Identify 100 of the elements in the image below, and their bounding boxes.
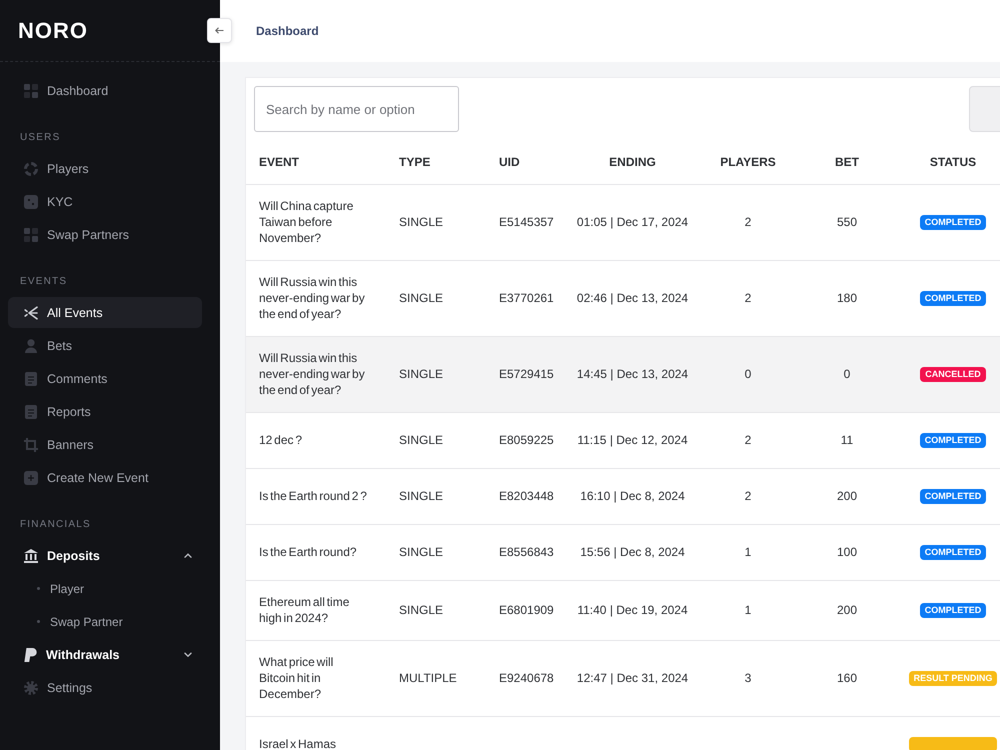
status-badge: COMPLETED [920,215,986,230]
event-uid: E9240678 [499,670,554,686]
nav-item[interactable]: Comments [8,363,202,394]
event-uid: E8556843 [499,544,554,560]
player-count: 2 [744,214,752,230]
nav-item[interactable]: Settings [8,672,202,703]
bullet-icon [37,620,40,623]
burst-icon [24,306,38,320]
event-name: Is the Earth round? [259,544,358,560]
search-field[interactable]: Search by name or option [254,86,459,132]
status-badge: COMPLETED [920,291,986,306]
event-uid: E5729415 [499,366,554,382]
event-uid: E5145357 [499,214,554,230]
nav-item[interactable]: Create New Event [8,462,202,493]
ring-icon [24,162,38,176]
event-name: Will Russia win this never-ending war by the end of year? [259,274,366,322]
event-type: SINGLE [399,214,444,230]
nav-item[interactable]: Bets [8,330,202,361]
status-badge: COMPLETED [920,603,986,618]
status-badge: COMPLETED [920,545,986,560]
end-time: 02:46 | Dec 13, 2024 [576,290,688,306]
event-name: Will Russia win this never-ending war by the end of year? [259,350,366,398]
event-name: Israel x Hamas [259,736,338,750]
column-header: ENDING [609,154,656,170]
p-logo-icon [24,648,37,662]
grid-icon [24,84,38,98]
nav-item[interactable]: Player [8,573,202,604]
event-name: Is the Earth round 2 ? [259,488,368,504]
player-count: 3 [744,670,752,686]
plus-square-icon [24,470,38,484]
nav-item[interactable]: Banners [8,429,202,460]
table-row[interactable]: Will Russia win this never-ending war by the end of year? SINGLE E5729415 14:45 | Dec 13, 2024 0 0 CANCELLED [246,337,1000,413]
event-type: SINGLE [399,488,444,504]
section-title: EVENTS [19,275,68,289]
bet-amount: 180 [836,290,858,306]
dice-icon [24,194,38,208]
end-time: 01:05 | Dec 17, 2024 [576,214,688,230]
nav-item[interactable]: Swap Partners [8,219,202,250]
crop-icon [24,438,38,452]
end-time: 15:56 | Dec 8, 2024 [580,544,685,560]
event-type: SINGLE [399,290,444,306]
event-name: Ethereum all time high in 2024? [259,594,350,626]
status-badge: COMPLETED [920,433,986,448]
event-uid: E8059225 [499,432,554,448]
status-badge: CANCELLED [920,367,986,382]
event-uid: E8203448 [499,488,554,504]
section-title: FINANCIALS [19,518,92,532]
section-title: USERS [19,131,62,145]
status-badge: COMPLETED [920,489,986,504]
nav-item[interactable]: All Events [8,297,202,328]
column-header: BET [835,154,859,170]
nav-item[interactable]: Swap Partner [8,606,202,637]
gear-icon [24,680,38,694]
event-uid: E3770261 [499,290,554,306]
bet-amount: 200 [836,602,858,618]
nav-item[interactable]: Players [8,153,202,184]
nav-item[interactable]: Dashboard [8,75,202,106]
page-title: Dashboard [256,24,319,38]
document-icon [24,372,38,386]
nav-item[interactable]: Reports [8,396,202,427]
bet-amount: 11 [840,432,854,448]
column-header: TYPE [399,154,430,170]
column-header: EVENT [259,154,300,170]
event-uid: E6801909 [499,602,554,618]
event-type: SINGLE [399,366,444,382]
bet-amount: 160 [836,670,858,686]
player-count: 1 [744,544,752,560]
collapse-button[interactable] [207,18,232,43]
column-header: UID [499,154,520,170]
bullet-icon [37,587,40,590]
bank-icon [24,548,38,562]
event-name: Will China capture Taiwan before November? [259,198,354,246]
player-count: 2 [744,290,752,306]
event-type: SINGLE [399,544,444,560]
bet-amount: 0 [844,366,850,382]
column-header: STATUS [930,154,976,170]
end-time: 11:15 | Dec 12, 2024 [577,432,688,448]
player-count: 2 [744,432,752,448]
document-icon [24,404,38,418]
bet-amount: 100 [836,544,858,560]
nav-item[interactable]: Withdrawals [8,639,202,670]
event-type: SINGLE [399,602,444,618]
bet-amount: 550 [836,214,858,230]
bet-amount: 200 [836,488,858,504]
status-badge: RESULT PENDING [908,671,998,686]
event-type: SINGLE [399,432,444,448]
end-time: 14:45 | Dec 13, 2024 [576,366,688,382]
player-count: 2 [744,488,752,504]
nav-item[interactable]: KYC [8,186,202,217]
event-type: MULTIPLE [399,670,457,686]
player-count: 1 [744,602,752,618]
logo: NORO [18,18,88,44]
event-name: 12 dec ? [259,432,304,448]
nav-item[interactable]: Deposits [8,540,202,571]
column-header: PLAYERS [720,154,776,170]
player-count: 0 [744,366,752,382]
end-time: 16:10 | Dec 8, 2024 [580,488,685,504]
end-time: 11:40 | Dec 19, 2024 [577,602,688,618]
arrow-left-icon [215,27,224,34]
grid-icon [24,228,38,242]
